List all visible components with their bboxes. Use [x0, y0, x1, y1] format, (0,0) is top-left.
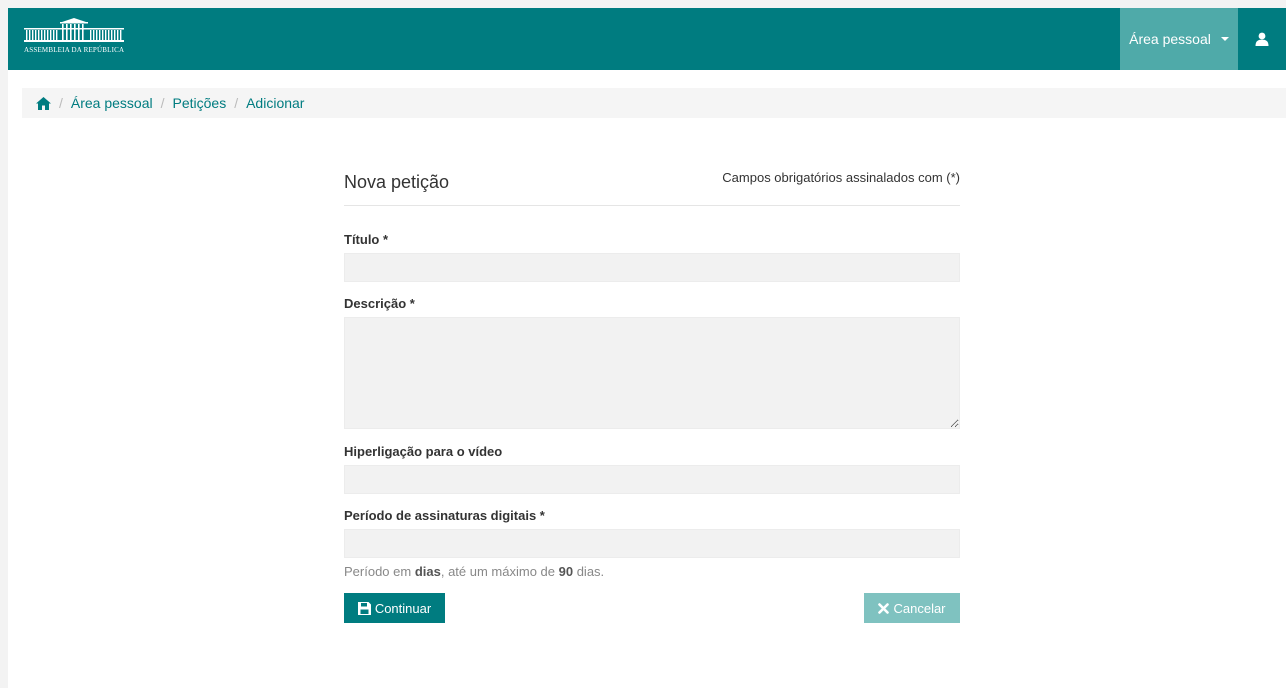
- help-text-part: dias.: [573, 564, 605, 579]
- floppy-disk-icon: [357, 601, 371, 615]
- required-fields-note: Campos obrigatórios assinalados com (*): [722, 170, 960, 185]
- breadcrumb-separator: /: [234, 95, 239, 111]
- continue-button[interactable]: Continuar: [344, 593, 445, 623]
- help-text-part: Período em: [344, 564, 415, 579]
- form-title: Nova petição: [344, 172, 450, 192]
- user-icon: [1255, 32, 1269, 46]
- cancel-label: Cancelar: [893, 600, 946, 616]
- assembleia-logo[interactable]: ASSEMBLEIA DA REPÚBLICA: [24, 18, 124, 62]
- help-text-bold: 90: [558, 564, 574, 579]
- descricao-label: Descrição *: [344, 296, 415, 311]
- area-pessoal-dropdown[interactable]: Área pessoal: [1120, 8, 1238, 70]
- cancel-button[interactable]: Cancelar: [864, 593, 960, 623]
- breadcrumb-area-pessoal[interactable]: Área pessoal: [71, 95, 153, 111]
- video-link-input[interactable]: [344, 465, 960, 494]
- nav-right: Área pessoal: [1120, 8, 1286, 70]
- close-icon: [878, 602, 890, 614]
- home-icon[interactable]: [36, 96, 51, 110]
- video-link-label: Hiperligação para o vídeo: [344, 444, 503, 459]
- periodo-label: Período de assinaturas digitais *: [344, 508, 545, 523]
- periodo-help-text: Período em dias, até um máximo de 90 dia…: [344, 564, 604, 579]
- help-text-part: , até um máximo de: [440, 564, 559, 579]
- parliament-building-icon: [24, 18, 124, 42]
- petition-form: Nova petição Campos obrigatórios assinal…: [344, 168, 960, 623]
- titulo-label: Título *: [344, 232, 389, 247]
- breadcrumb-adicionar[interactable]: Adicionar: [246, 95, 304, 111]
- logo-text: ASSEMBLEIA DA REPÚBLICA: [24, 46, 125, 54]
- titulo-input[interactable]: [344, 253, 960, 282]
- area-pessoal-label: Área pessoal: [1129, 31, 1211, 47]
- user-menu-button[interactable]: [1238, 8, 1286, 70]
- periodo-input[interactable]: [344, 529, 960, 558]
- help-text-bold: dias: [414, 564, 441, 579]
- form-header: Nova petição Campos obrigatórios assinal…: [344, 168, 960, 206]
- page-frame: ASSEMBLEIA DA REPÚBLICA Área pessoal / Á…: [8, 8, 1286, 688]
- continue-label: Continuar: [374, 600, 432, 616]
- breadcrumb-separator: /: [160, 95, 165, 111]
- breadcrumb-separator: /: [59, 95, 63, 111]
- breadcrumb-peticoes[interactable]: Petições: [173, 95, 227, 111]
- caret-down-icon: [1220, 37, 1229, 41]
- top-navbar: ASSEMBLEIA DA REPÚBLICA Área pessoal: [8, 8, 1286, 70]
- descricao-textarea[interactable]: [344, 317, 960, 429]
- breadcrumb: / Área pessoal / Petições / Adicionar: [22, 88, 1286, 118]
